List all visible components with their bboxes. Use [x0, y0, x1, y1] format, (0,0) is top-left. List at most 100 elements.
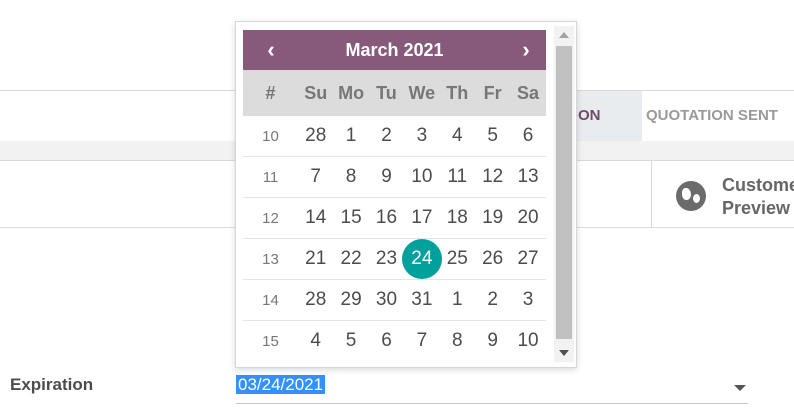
calendar-day-number: 25 — [446, 248, 468, 269]
calendar-day[interactable]: 28 — [298, 125, 333, 147]
calendar-day-number: 7 — [416, 330, 428, 351]
calendar-week-row: 10 28 1 2 3 4 5 6 — [243, 116, 546, 156]
expiration-date-input[interactable]: 03/24/2021 — [236, 375, 748, 404]
calendar-day[interactable]: 20 — [510, 207, 545, 229]
status-step-arrow — [612, 91, 626, 141]
calendar-day[interactable]: 7 — [298, 166, 333, 188]
customer-preview-label-line1: Custome — [722, 175, 794, 195]
calendar-day-number: 1 — [451, 289, 463, 310]
week-number: 11 — [262, 168, 279, 186]
customer-preview-button[interactable]: Custome Preview — [651, 161, 794, 227]
calendar-day[interactable]: 17 — [404, 207, 439, 229]
calendar-day[interactable]: 10 — [404, 166, 439, 188]
calendar-day-number: 2 — [381, 125, 392, 146]
calendar-day[interactable]: 25 — [440, 248, 475, 270]
week-number: 12 — [262, 209, 279, 227]
calendar-day[interactable]: 7 — [404, 330, 439, 352]
calendar-day[interactable]: 18 — [440, 207, 475, 229]
calendar-day[interactable]: 16 — [369, 207, 404, 229]
calendar-day[interactable]: 1 — [333, 125, 368, 147]
calendar-header: ‹ March 2021 › — [243, 30, 546, 70]
globe-icon — [676, 181, 706, 211]
calendar-day-number: 15 — [340, 207, 362, 228]
calendar-day-number: 3 — [522, 289, 534, 310]
calendar-day[interactable]: 31 — [404, 289, 439, 311]
calendar-day[interactable]: 4 — [440, 125, 475, 147]
calendar-day-number: 10 — [517, 330, 539, 351]
calendar-day[interactable]: 28 — [298, 289, 333, 311]
calendar-day-number: 14 — [305, 207, 327, 228]
calendar-day-number: 29 — [340, 289, 362, 310]
calendar-day[interactable]: 26 — [475, 248, 510, 270]
calendar-day[interactable]: 22 — [333, 248, 368, 270]
calendar-day-selected[interactable]: 24 — [401, 239, 442, 279]
calendar-day-number: 8 — [345, 166, 357, 187]
calendar-day[interactable]: 29 — [333, 289, 368, 311]
calendar-day[interactable]: 6 — [510, 125, 545, 147]
calendar-day[interactable]: 19 — [475, 207, 510, 229]
calendar-day[interactable]: 14 — [298, 207, 333, 229]
calendar-day-number: 17 — [411, 207, 433, 228]
calendar-day[interactable]: 9 — [369, 166, 404, 188]
calendar-day[interactable]: 27 — [510, 248, 545, 270]
calendar-day[interactable]: 8 — [333, 166, 368, 188]
calendar-day-number: 21 — [305, 248, 327, 269]
calendar-day-number: 6 — [522, 125, 534, 146]
scroll-up-icon[interactable] — [559, 32, 569, 38]
calendar-day[interactable]: 21 — [298, 248, 333, 270]
calendar-day[interactable]: 6 — [369, 330, 404, 352]
dow-we: We — [408, 82, 436, 103]
calendar-day-number: 30 — [375, 289, 398, 310]
calendar-day[interactable]: 5 — [333, 330, 368, 352]
calendar-day-number: 18 — [446, 207, 468, 228]
week-number: 14 — [262, 291, 279, 309]
dow-th: Th — [446, 82, 469, 103]
customer-preview-label-line2: Preview — [722, 198, 791, 218]
calendar-day-number: 26 — [482, 248, 504, 269]
calendar-day[interactable]: 3 — [404, 125, 439, 147]
calendar-day-number: 16 — [375, 207, 398, 228]
status-step-quotation-sent[interactable]: QUOTATION SENT — [646, 91, 778, 141]
calendar-day-number: 1 — [345, 125, 357, 146]
calendar-day[interactable]: 4 — [298, 330, 333, 352]
calendar-day[interactable]: 9 — [475, 330, 510, 352]
calendar-day-number: 4 — [451, 125, 463, 146]
calendar-day[interactable]: 8 — [440, 330, 475, 352]
calendar-day[interactable]: 23 — [369, 248, 404, 270]
calendar-day[interactable]: 1 — [440, 289, 475, 311]
calendar-day[interactable]: 5 — [475, 125, 510, 147]
calendar-day[interactable]: 15 — [333, 207, 368, 229]
calendar-day[interactable]: 30 — [369, 289, 404, 311]
calendar-week-row: 13 21 22 23 24 25 26 27 — [243, 238, 546, 279]
dow-fr: Fr — [483, 82, 502, 103]
calendar-day-number: 6 — [381, 330, 392, 351]
calendar-day-number: 5 — [487, 125, 498, 146]
calendar-day[interactable]: 2 — [475, 289, 510, 311]
scrollbar-thumb[interactable] — [556, 46, 572, 339]
calendar-day-number: 23 — [375, 248, 398, 269]
calendar-day-number: 20 — [517, 207, 539, 228]
status-step-sent-label: QUOTATION SENT — [646, 107, 778, 124]
calendar-day-number: 28 — [305, 125, 327, 146]
calendar-day-number: 31 — [411, 289, 433, 310]
week-number: 13 — [262, 250, 279, 268]
calendar-grid: 10 28 1 2 3 4 5 6 11 7 8 9 10 11 12 13 12 14 15 16 17 18 19 20 1… — [243, 116, 546, 361]
calendar-day[interactable]: 13 — [510, 166, 545, 188]
dow-sa: Sa — [517, 82, 540, 103]
scroll-down-icon[interactable] — [559, 350, 569, 356]
calendar-week-row: 14 28 29 30 31 1 2 3 — [243, 279, 546, 320]
calendar-day[interactable]: 12 — [475, 166, 510, 188]
calendar-week-row: 15 4 5 6 7 8 9 10 — [243, 320, 546, 361]
calendar-week-row: 11 7 8 9 10 11 12 13 — [243, 156, 546, 197]
calendar-day[interactable]: 10 — [510, 330, 545, 352]
calendar-day[interactable]: 2 — [369, 125, 404, 147]
calendar-month-title[interactable]: March 2021 — [243, 30, 546, 70]
chevron-down-icon[interactable] — [734, 385, 746, 391]
next-month-button[interactable]: › — [506, 30, 546, 70]
datepicker-popup: ‹ March 2021 › # Su Mo Tu We Th Fr Sa 10… — [235, 21, 577, 368]
calendar-day-number: 28 — [305, 289, 327, 310]
calendar: ‹ March 2021 › # Su Mo Tu We Th Fr Sa 10… — [243, 30, 546, 361]
calendar-day[interactable]: 3 — [510, 289, 545, 311]
calendar-day[interactable]: 11 — [440, 166, 475, 188]
scrollbar[interactable] — [554, 26, 574, 362]
